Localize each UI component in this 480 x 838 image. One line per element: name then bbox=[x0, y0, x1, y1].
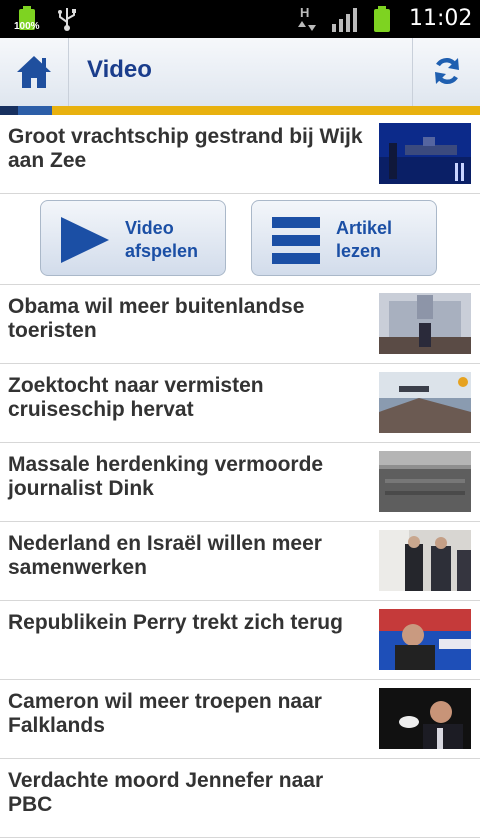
news-item[interactable]: Verdachte moord Jennefer naar PBC bbox=[0, 759, 480, 838]
news-thumbnail bbox=[379, 530, 471, 591]
list-icon bbox=[272, 217, 320, 264]
news-item[interactable]: Cameron wil meer troepen naar Falklands bbox=[0, 680, 480, 759]
news-item[interactable]: Zoektocht naar vermisten cruiseschip her… bbox=[0, 364, 480, 443]
home-button[interactable] bbox=[0, 38, 69, 106]
stripe-blue-segment bbox=[18, 106, 52, 115]
news-item-title: Groot vrachtschip gestrand bij Wijk aan … bbox=[8, 125, 363, 172]
usb-icon bbox=[58, 8, 76, 31]
news-item-title: Zoektocht naar vermisten cruiseschip her… bbox=[8, 374, 264, 421]
play-icon bbox=[61, 217, 109, 263]
news-thumbnail bbox=[379, 372, 471, 433]
news-item[interactable]: Obama wil meer buitenlandse toeristen bbox=[0, 285, 480, 364]
home-icon bbox=[17, 56, 51, 88]
battery-full-icon bbox=[374, 6, 390, 32]
refresh-icon bbox=[435, 57, 459, 85]
news-thumbnail bbox=[379, 123, 471, 184]
news-item-title: Nederland en Israël willen meer samenwer… bbox=[8, 532, 322, 579]
status-bar: 100% H 11:02 bbox=[0, 0, 480, 38]
action-bar: Video bbox=[0, 38, 480, 107]
play-video-label: Video afspelen bbox=[125, 218, 199, 261]
read-article-label: Artikel lezen bbox=[336, 218, 393, 261]
news-thumbnail bbox=[379, 451, 471, 512]
news-item[interactable]: Massale herdenking vermoorde journalist … bbox=[0, 443, 480, 522]
news-item-title: Cameron wil meer troepen naar Falklands bbox=[8, 690, 322, 737]
news-item-title: Verdachte moord Jennefer naar PBC bbox=[8, 769, 324, 816]
battery-percentage: 100% bbox=[14, 21, 40, 32]
news-item-title: Obama wil meer buitenlandse toeristen bbox=[8, 295, 305, 342]
news-thumbnail bbox=[379, 609, 471, 670]
play-video-button[interactable]: Video afspelen bbox=[40, 200, 226, 276]
network-type-icon: H bbox=[298, 5, 316, 31]
news-item-title: Republikein Perry trekt zich terug bbox=[8, 611, 343, 634]
svg-text:H: H bbox=[300, 5, 309, 20]
signal-icon bbox=[332, 8, 357, 32]
news-item-title: Massale herdenking vermoorde journalist … bbox=[8, 453, 324, 500]
news-list: Groot vrachtschip gestrand bij Wijk aan … bbox=[0, 115, 480, 838]
clock: 11:02 bbox=[409, 6, 473, 31]
news-item[interactable]: Republikein Perry trekt zich terug bbox=[0, 601, 480, 680]
page-title: Video bbox=[87, 56, 152, 83]
news-thumbnail bbox=[379, 688, 471, 749]
read-article-button[interactable]: Artikel lezen bbox=[251, 200, 437, 276]
refresh-button[interactable] bbox=[412, 38, 480, 106]
featured-news-item[interactable]: Groot vrachtschip gestrand bij Wijk aan … bbox=[0, 115, 480, 194]
accent-stripe bbox=[0, 106, 480, 115]
news-item[interactable]: Nederland en Israël willen meer samenwer… bbox=[0, 522, 480, 601]
news-thumbnail bbox=[379, 293, 471, 354]
featured-actions: Video afspelen Artikel lezen bbox=[0, 194, 480, 285]
stripe-dark-segment bbox=[0, 106, 18, 115]
